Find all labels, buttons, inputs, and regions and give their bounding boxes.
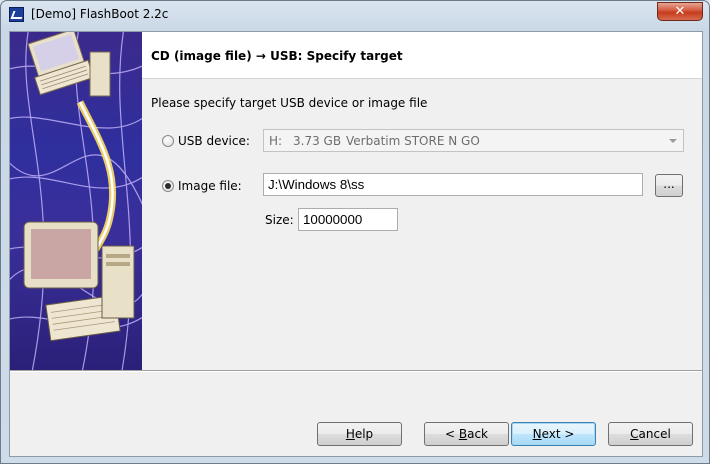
back-label-rest: ack xyxy=(467,427,488,441)
cancel-mnemonic: C xyxy=(630,427,639,441)
back-prefix: < xyxy=(444,427,459,441)
close-button[interactable]: ✕ xyxy=(657,2,703,21)
footer-divider xyxy=(10,370,702,372)
instruction-text: Please specify target USB device or imag… xyxy=(151,96,428,110)
browse-button[interactable]: ... xyxy=(655,174,683,197)
image-file-radio[interactable] xyxy=(162,180,174,192)
next-label-rest: ext > xyxy=(541,427,575,441)
usb-drive-letter: H: xyxy=(269,134,283,148)
usb-device-select[interactable]: H: 3.73 GB Verbatim STORE N GO xyxy=(263,129,684,152)
banner-art xyxy=(10,32,142,371)
usb-device-label[interactable]: USB device: xyxy=(178,134,250,148)
help-button[interactable]: Help xyxy=(317,422,402,446)
banner-illustration xyxy=(10,32,142,371)
next-button[interactable]: Next > xyxy=(511,422,596,446)
size-label: Size: xyxy=(265,213,294,227)
page-title: CD (image file) → USB: Specify target xyxy=(151,49,403,63)
app-icon xyxy=(9,7,24,22)
image-file-path-input[interactable] xyxy=(263,173,643,196)
back-button[interactable]: < Back xyxy=(424,422,509,446)
window-title: [Demo] FlashBoot 2.2c xyxy=(31,7,169,21)
usb-device-radio[interactable] xyxy=(162,135,174,147)
back-mnemonic: B xyxy=(458,427,468,441)
cancel-label-rest: ancel xyxy=(638,427,671,441)
help-mnemonic: H xyxy=(345,427,355,441)
size-input[interactable] xyxy=(298,208,398,231)
usb-drive-name: Verbatim STORE N GO xyxy=(346,134,480,148)
next-mnemonic: N xyxy=(532,427,542,441)
title-bar[interactable]: [Demo] FlashBoot 2.2c ✕ xyxy=(1,1,710,29)
wizard-header: CD (image file) → USB: Specify target xyxy=(142,32,702,79)
usb-drive-size: 3.73 GB xyxy=(293,134,342,148)
cancel-button[interactable]: Cancel xyxy=(608,422,693,446)
chevron-down-icon[interactable] xyxy=(669,139,677,143)
image-file-label[interactable]: Image file: xyxy=(178,179,242,193)
wizard-client-area: CD (image file) → USB: Specify target Pl… xyxy=(9,31,703,457)
help-label-rest: elp xyxy=(354,427,374,441)
window-frame: [Demo] FlashBoot 2.2c ✕ CD (image file) … xyxy=(0,0,710,464)
